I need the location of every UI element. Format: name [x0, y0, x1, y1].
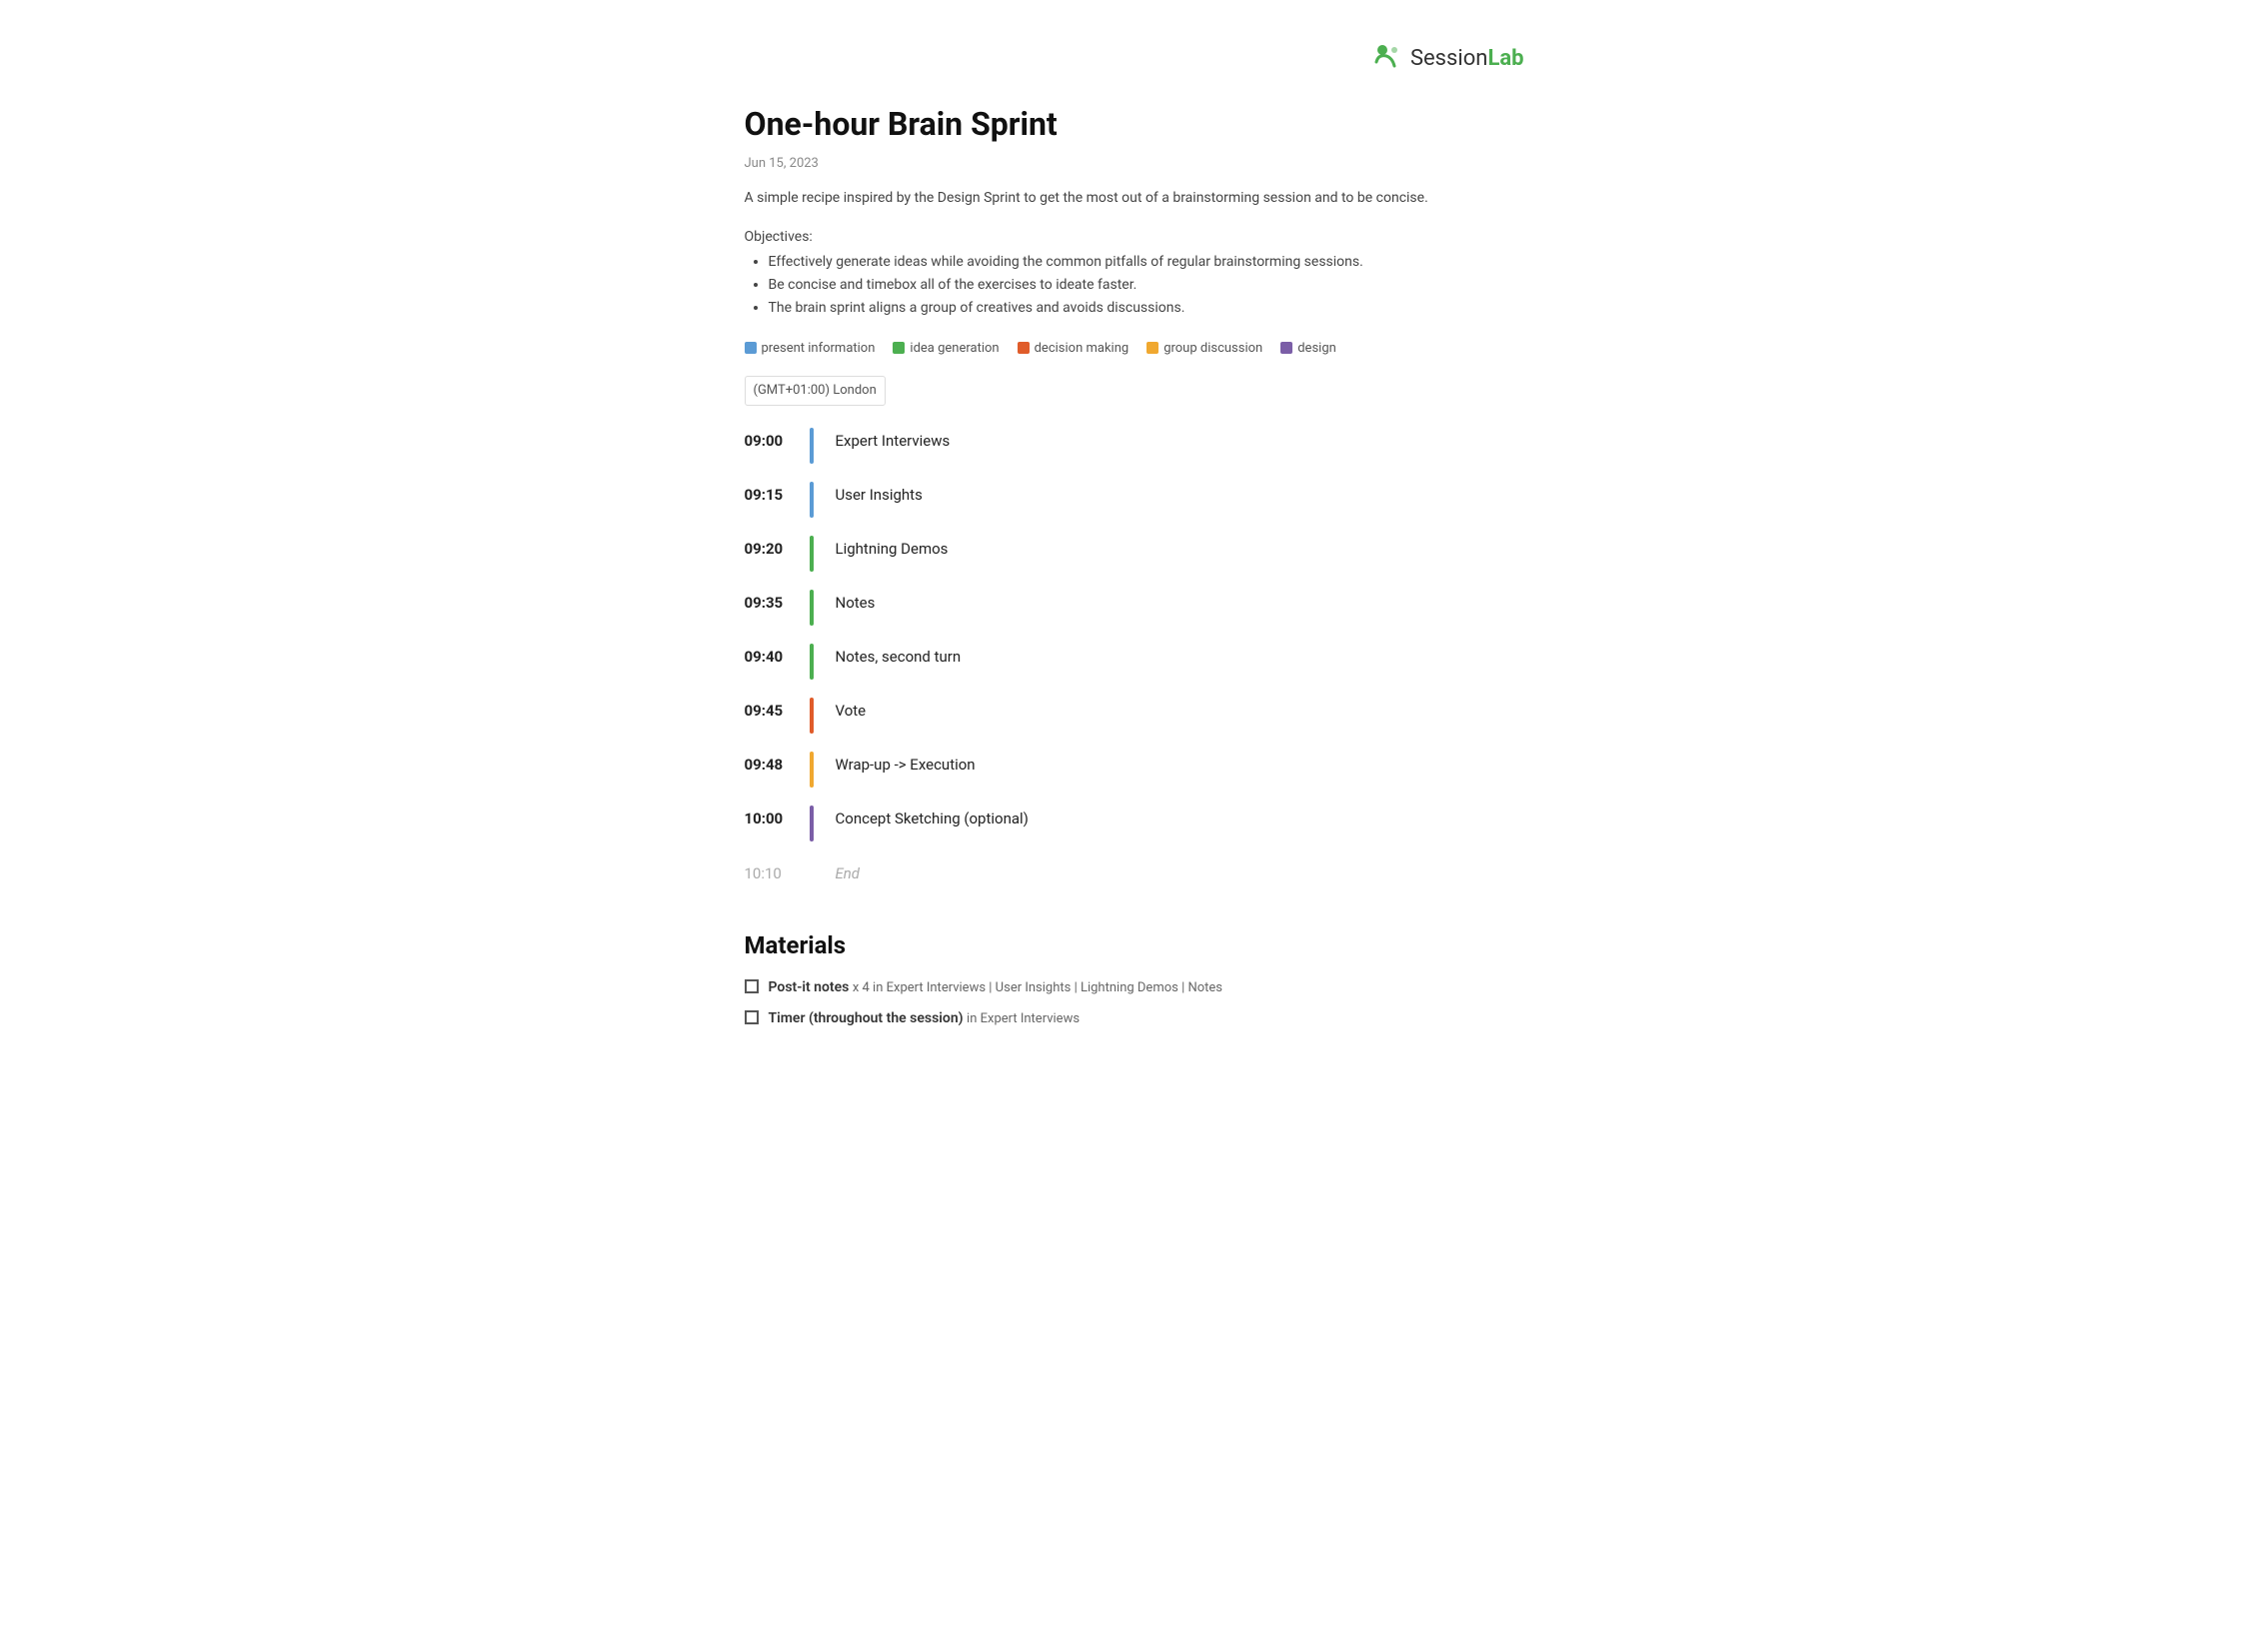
schedule-time-6: 09:48: [745, 752, 810, 788]
schedule-time-2: 09:20: [745, 536, 810, 572]
page-description: A simple recipe inspired by the Design S…: [745, 188, 1524, 209]
schedule-bar-wrap-4: [810, 644, 816, 680]
schedule-end-bar: [810, 859, 814, 887]
schedule-label-3: Notes: [836, 590, 876, 626]
schedule-row-0: 09:00 Expert Interviews: [745, 428, 1524, 464]
schedule-bar-wrap-6: [810, 752, 816, 788]
logo: SessionLab: [1368, 40, 1524, 76]
schedule-bar-wrap-5: [810, 698, 816, 734]
schedule-bar-4: [810, 644, 814, 680]
schedule-bar-2: [810, 536, 814, 572]
schedule-bar-wrap-3: [810, 590, 816, 626]
schedule-row-7: 10:00 Concept Sketching (optional): [745, 806, 1524, 841]
material-detail-1: in Expert Interviews: [967, 1011, 1080, 1026]
schedule-bar-0: [810, 428, 814, 464]
timezone: (GMT+01:00) London: [745, 376, 886, 406]
schedule-bar-wrap-0: [810, 428, 816, 464]
schedule-time-7: 10:00: [745, 806, 810, 841]
schedule-label-0: Expert Interviews: [836, 428, 951, 464]
legend-dot-present: [745, 342, 757, 354]
material-item-0: Post-it notes x 4 in Expert Interviews |…: [745, 977, 1524, 998]
schedule-end-bar-wrap: [810, 859, 816, 887]
schedule-bar-7: [810, 806, 814, 841]
schedule-row-1: 09:15 User Insights: [745, 482, 1524, 518]
legend-item-idea: idea generation: [893, 339, 999, 359]
schedule: 09:00 Expert Interviews 09:15 User Insig…: [745, 428, 1524, 887]
schedule-time-0: 09:00: [745, 428, 810, 464]
schedule-end-label: End: [836, 860, 861, 885]
schedule-bar-wrap-2: [810, 536, 816, 572]
objectives-list: Effectively generate ideas while avoidin…: [745, 252, 1524, 319]
materials-section: Materials Post-it notes x 4 in Expert In…: [745, 927, 1524, 1029]
schedule-bar-5: [810, 698, 814, 734]
legend-dot-design: [1280, 342, 1292, 354]
schedule-label-6: Wrap-up -> Execution: [836, 752, 976, 788]
schedule-time-3: 09:35: [745, 590, 810, 626]
objectives-label: Objectives:: [745, 227, 1524, 248]
legend-label-group: group discussion: [1163, 339, 1262, 359]
schedule-end-time: 10:10: [745, 860, 810, 885]
schedule-row-2: 09:20 Lightning Demos: [745, 536, 1524, 572]
material-text-0: Post-it notes x 4 in Expert Interviews |…: [769, 977, 1223, 998]
schedule-end: 10:10 End: [745, 859, 1524, 887]
materials-title: Materials: [745, 927, 1524, 963]
objective-item: Effectively generate ideas while avoidin…: [769, 252, 1524, 273]
schedule-bar-wrap-7: [810, 806, 816, 841]
page-date: Jun 15, 2023: [745, 154, 1524, 174]
schedule-bar-6: [810, 752, 814, 788]
legend: present information idea generation deci…: [745, 339, 1524, 359]
schedule-bar-3: [810, 590, 814, 626]
schedule-row-4: 09:40 Notes, second turn: [745, 644, 1524, 680]
checkbox-timer[interactable]: [745, 1010, 759, 1024]
sessionlab-icon: [1368, 40, 1404, 76]
material-text-1: Timer (throughout the session) in Expert…: [769, 1008, 1081, 1029]
material-main-0: Post-it notes: [769, 979, 850, 995]
schedule-time-5: 09:45: [745, 698, 810, 734]
checkbox-postit[interactable]: [745, 979, 759, 993]
legend-dot-idea: [893, 342, 905, 354]
legend-label-decision: decision making: [1035, 339, 1130, 359]
schedule-row-5: 09:45 Vote: [745, 698, 1524, 734]
legend-item-group: group discussion: [1146, 339, 1262, 359]
schedule-row-3: 09:35 Notes: [745, 590, 1524, 626]
legend-label-idea: idea generation: [910, 339, 999, 359]
legend-item-design: design: [1280, 339, 1336, 359]
schedule-label-1: User Insights: [836, 482, 923, 518]
schedule-bar-wrap-1: [810, 482, 816, 518]
legend-label-design: design: [1297, 339, 1336, 359]
legend-dot-decision: [1018, 342, 1030, 354]
schedule-bar-1: [810, 482, 814, 518]
material-detail-0: x 4 in Expert Interviews | User Insights…: [853, 980, 1222, 995]
legend-label-present: present information: [762, 339, 876, 359]
material-item-1: Timer (throughout the session) in Expert…: [745, 1008, 1524, 1029]
schedule-time-4: 09:40: [745, 644, 810, 680]
objective-item: The brain sprint aligns a group of creat…: [769, 298, 1524, 319]
material-main-1: Timer (throughout the session): [769, 1010, 964, 1026]
schedule-row-6: 09:48 Wrap-up -> Execution: [745, 752, 1524, 788]
schedule-label-7: Concept Sketching (optional): [836, 806, 1029, 841]
legend-item-present: present information: [745, 339, 876, 359]
schedule-label-2: Lightning Demos: [836, 536, 949, 572]
page-wrapper: SessionLab One-hour Brain Sprint Jun 15,…: [685, 0, 1584, 1119]
legend-dot-group: [1146, 342, 1158, 354]
schedule-label-4: Notes, second turn: [836, 644, 962, 680]
schedule-time-1: 09:15: [745, 482, 810, 518]
objective-item: Be concise and timebox all of the exerci…: [769, 275, 1524, 296]
logo-text: SessionLab: [1410, 42, 1524, 75]
legend-item-decision: decision making: [1018, 339, 1130, 359]
page-title: One-hour Brain Sprint: [745, 100, 1524, 148]
schedule-label-5: Vote: [836, 698, 867, 734]
